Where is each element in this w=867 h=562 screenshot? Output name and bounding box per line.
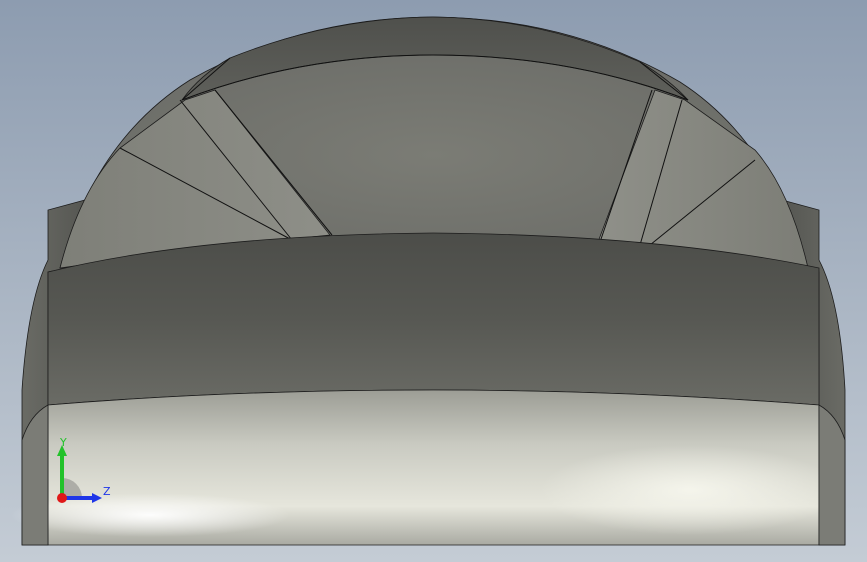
middle-band: [47, 232, 820, 406]
cad-3d-viewport[interactable]: Y Z: [0, 0, 867, 562]
model-render[interactable]: [0, 0, 867, 562]
axis-triad: Y Z: [57, 438, 111, 503]
z-axis-label: Z: [103, 485, 111, 498]
y-axis-label: Y: [59, 438, 67, 449]
specular-highlight-right: [540, 445, 840, 535]
x-axis-origin: [57, 493, 67, 503]
z-axis-arrowhead: [92, 493, 102, 503]
